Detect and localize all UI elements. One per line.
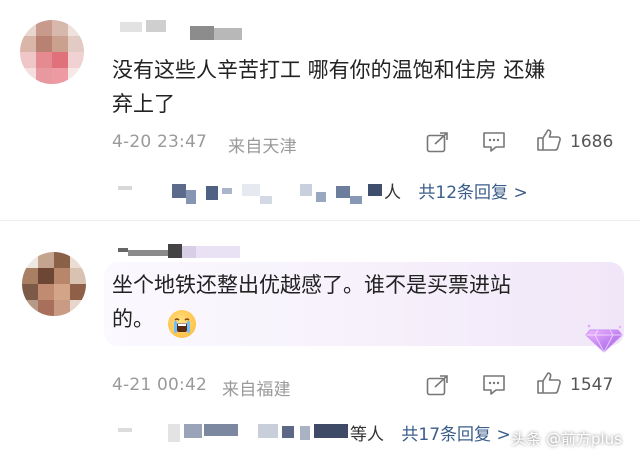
like-count: 1686 bbox=[570, 132, 614, 152]
diamond-badge-icon bbox=[584, 322, 624, 358]
reply-summary[interactable]: 人 共12条回复 > bbox=[384, 178, 528, 203]
comment-icon[interactable] bbox=[482, 374, 506, 400]
like-count: 1547 bbox=[570, 375, 614, 395]
view-replies-link[interactable]: 共12条回复 > bbox=[418, 183, 527, 203]
crying-face-emoji bbox=[168, 310, 196, 338]
reply-users-suffix: 人 bbox=[384, 183, 401, 203]
avatar[interactable] bbox=[20, 20, 84, 84]
comment-source: 来自福建 bbox=[222, 380, 291, 400]
reply-summary[interactable]: 等人 共17条回复 > bbox=[350, 420, 511, 445]
comment-icon[interactable] bbox=[482, 131, 506, 157]
comment-text: 没有这些人辛苦打工 哪有你的温饱和住房 还嫌 弃上了 bbox=[112, 58, 546, 116]
avatar[interactable] bbox=[22, 252, 86, 316]
thumbs-up-icon[interactable] bbox=[536, 128, 562, 156]
divider bbox=[0, 220, 640, 221]
share-icon[interactable] bbox=[426, 131, 450, 157]
thumbs-up-icon[interactable] bbox=[536, 371, 562, 399]
comment-timestamp: 4-21 00:42 bbox=[112, 375, 207, 395]
reply-users-suffix: 等人 bbox=[350, 425, 384, 445]
share-icon[interactable] bbox=[426, 374, 450, 400]
view-replies-link[interactable]: 共17条回复 > bbox=[401, 425, 510, 445]
comment-source: 来自天津 bbox=[228, 137, 297, 157]
watermark: 头条 @前方plus bbox=[511, 430, 622, 448]
comment-timestamp: 4-20 23:47 bbox=[112, 132, 207, 152]
